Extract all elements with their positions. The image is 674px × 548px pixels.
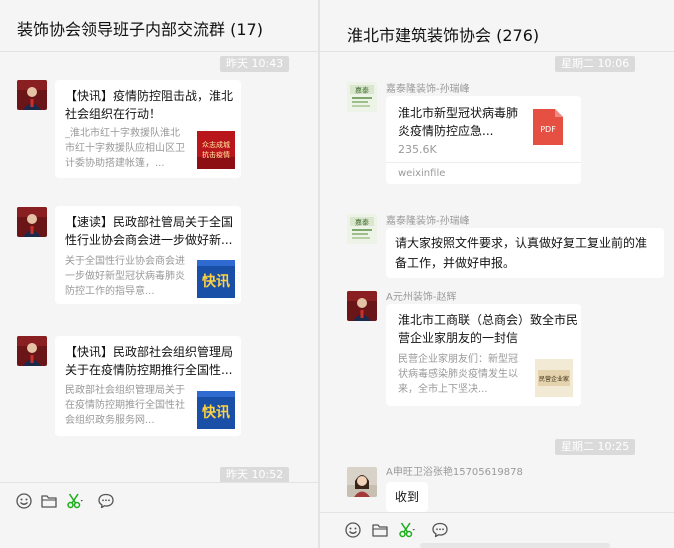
- scissors-icon[interactable]: [398, 521, 416, 539]
- sender-name: 嘉泰隆装饰-孙瑞峰: [386, 216, 470, 227]
- left-chat-header: 装饰协会领导班子内部交流群 (17): [0, 0, 318, 52]
- svg-text:抗击疫情: 抗击疫情: [202, 150, 230, 159]
- folder-icon[interactable]: [371, 521, 389, 539]
- card-thumbnail: 民营企业家: [535, 359, 573, 397]
- horizontal-scrollbar[interactable]: [420, 543, 610, 548]
- link-card[interactable]: 【速读】民政部社管局关于全国性行业协会商会进一步做好新... 关于全国性行业协会…: [55, 206, 241, 304]
- svg-text:众志成城: 众志成城: [202, 140, 230, 149]
- chat-history-icon[interactable]: [97, 492, 115, 510]
- card-title: 【速读】民政部社管局关于全国性行业协会商会进一步做好新...: [65, 215, 234, 247]
- link-card[interactable]: 【快讯】民政部社会组织管理局关于在疫情防控期推行全国性... 民政部社会组织管理…: [55, 336, 241, 436]
- right-chat-window: 淮北市建筑装饰协会 (276) 星期二 10:06 嘉泰 嘉泰隆装饰-孙瑞峰 淮…: [320, 0, 674, 548]
- left-chat-title: 装饰协会领导班子内部交流群 (17): [17, 20, 263, 39]
- sender-name: A元州装饰-赵辉: [386, 292, 457, 303]
- avatar[interactable]: [347, 291, 377, 321]
- avatar[interactable]: 嘉泰: [347, 82, 377, 112]
- card-description: 民政部社会组织管理局关于在疫情防控期推行全国性社会组织政务服务网...: [65, 385, 185, 426]
- card-title: 【快讯】民政部社会组织管理局关于在疫情防控期推行全国性...: [65, 345, 234, 377]
- scissors-icon[interactable]: [66, 492, 84, 510]
- right-chat-header: 淮北市建筑装饰协会 (276): [320, 0, 674, 52]
- input-toolbar: [0, 482, 318, 518]
- file-card[interactable]: 淮北市新型冠状病毒肺炎疫情防控应急... 235.6K PDF weixinfi…: [386, 96, 581, 184]
- card-title: 【快讯】疫情防控阻击战，淮北社会组织在行动！: [65, 89, 234, 121]
- avatar[interactable]: [17, 336, 47, 366]
- text-bubble[interactable]: 收到: [386, 482, 429, 512]
- svg-text:民营企业家: 民营企业家: [539, 375, 569, 383]
- avatar-text: 嘉泰: [355, 86, 369, 95]
- emoji-icon[interactable]: [15, 492, 33, 510]
- link-card[interactable]: 【快讯】疫情防控阻击战，淮北社会组织在行动！ _淮北市红十字救援队淮北市红十字救…: [55, 80, 241, 178]
- pdf-file-icon: PDF: [533, 109, 563, 145]
- link-card[interactable]: 淮北市工商联（总商会）致全市民营企业家朋友的一封信 民营企业家朋友们：新型冠状病…: [386, 304, 581, 406]
- card-thumbnail: 快讯: [197, 260, 235, 298]
- time-divider: 星期二 10:06: [555, 56, 636, 72]
- card-description: 民营企业家朋友们：新型冠状病毒感染肺炎疫情发生以来，全市上下坚决...: [398, 354, 518, 395]
- svg-text:快讯: 快讯: [202, 404, 230, 421]
- sender-name: 嘉泰隆装饰-孙瑞峰: [386, 84, 470, 95]
- file-size: 235.6K: [398, 143, 437, 156]
- time-divider: 星期二 10:25: [555, 439, 636, 455]
- card-description: 关于全国性行业协会商会进一步做好新型冠状病毒肺炎防控工作的指导意...: [65, 256, 185, 297]
- time-divider: 昨天 10:43: [220, 56, 290, 72]
- left-chat-window: 装饰协会领导班子内部交流群 (17) 昨天 10:43 【快讯】疫情防控阻击战，…: [0, 0, 318, 548]
- card-thumbnail: 快讯: [197, 391, 235, 429]
- sender-name: A申旺卫浴张艳15705619878: [386, 467, 523, 478]
- pdf-badge-text: PDF: [540, 125, 556, 134]
- card-title: 淮北市工商联（总商会）致全市民营企业家朋友的一封信: [398, 313, 579, 345]
- avatar[interactable]: [347, 467, 377, 497]
- divider: [386, 162, 581, 163]
- avatar[interactable]: [17, 80, 47, 110]
- emoji-icon[interactable]: [344, 521, 362, 539]
- chat-history-icon[interactable]: [431, 521, 449, 539]
- text-bubble[interactable]: 请大家按照文件要求，认真做好复工复业前的准备工作，并做好申报。: [386, 228, 664, 278]
- folder-icon[interactable]: [40, 492, 58, 510]
- svg-text:快讯: 快讯: [202, 273, 230, 290]
- card-thumbnail: 众志成城 抗击疫情: [197, 131, 235, 169]
- card-description: _淮北市红十字救援队淮北市红十字救援队应相山区卫计委协助搭建帐篷，...: [65, 128, 185, 169]
- right-chat-title: 淮北市建筑装饰协会 (276): [347, 26, 540, 45]
- avatar[interactable]: [17, 207, 47, 237]
- time-divider: 昨天 10:52: [220, 467, 290, 483]
- file-name: 淮北市新型冠状病毒肺炎疫情防控应急...: [398, 106, 519, 138]
- file-source: weixinfile: [398, 168, 446, 179]
- input-toolbar: [320, 512, 674, 548]
- avatar[interactable]: 嘉泰: [347, 214, 377, 244]
- avatar-text: 嘉泰: [355, 218, 369, 227]
